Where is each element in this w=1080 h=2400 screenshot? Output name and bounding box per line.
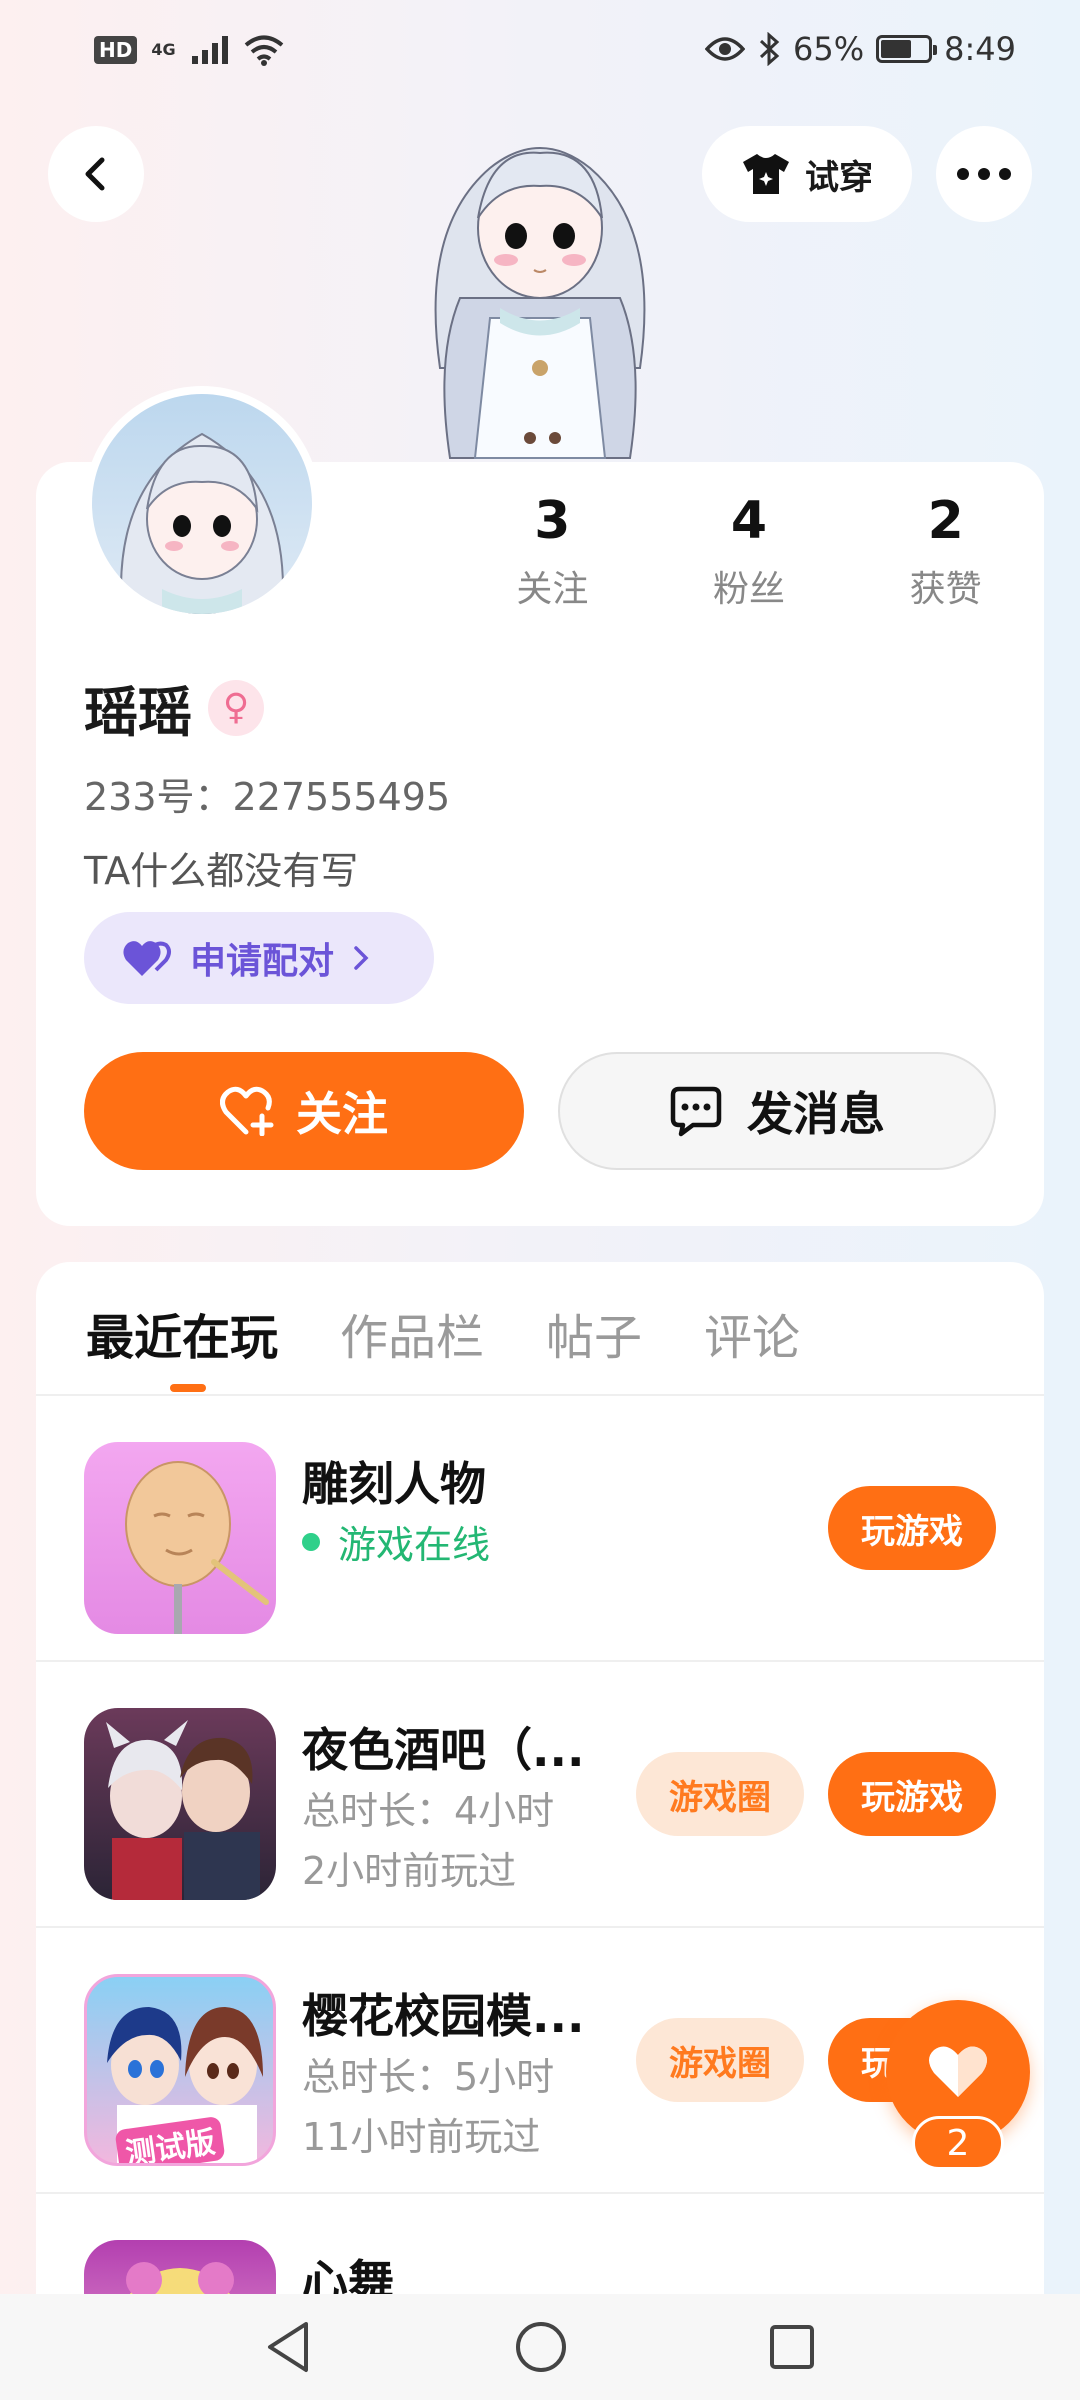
- game-row[interactable]: 雕刻人物 游戏在线 玩游戏: [36, 1396, 1044, 1662]
- heart-icon: [929, 2046, 987, 2097]
- battery-percent: 65%: [793, 30, 865, 68]
- send-message-button[interactable]: 发消息: [558, 1052, 996, 1170]
- user-id: 233号：227555495: [84, 775, 451, 819]
- heart-plus-icon: [220, 1086, 274, 1136]
- content-card: 最近在玩 作品栏 帖子 评论 雕刻人物 游戏在线 玩游戏 夜色酒吧（... 总时…: [36, 1262, 1044, 2400]
- tab-works[interactable]: 作品栏: [340, 1298, 484, 1368]
- follow-label: 关注: [296, 1087, 388, 1141]
- signal-icon: [191, 36, 228, 64]
- status-right: 65% 8:49: [705, 30, 1016, 68]
- game-icon-sculpt: [84, 1442, 276, 1634]
- game-icon-sakura-school: 测试版: [84, 1974, 276, 2166]
- follow-button[interactable]: 关注: [84, 1052, 524, 1170]
- avatar-image: [92, 394, 312, 614]
- active-tab-indicator: [170, 1384, 206, 1392]
- game-total-duration: 总时长：5小时: [302, 2055, 555, 2099]
- heart-pair-icon: [123, 941, 171, 976]
- online-dot-icon: [302, 1532, 320, 1551]
- profile-stats: 3 关注 4 粉丝 2 获赞: [454, 490, 1044, 612]
- game-row[interactable]: 夜色酒吧（... 总时长：4小时 2小时前玩过 游戏圈 玩游戏: [36, 1662, 1044, 1928]
- chevron-left-icon: [85, 157, 105, 191]
- game-last-played: 2小时前玩过: [302, 1849, 517, 1893]
- request-pair-button[interactable]: 申请配对: [84, 912, 434, 1004]
- game-online-status: 游戏在线: [302, 1514, 490, 1569]
- play-game-button[interactable]: 玩游戏: [828, 1752, 996, 1836]
- battery-fill: [881, 40, 912, 58]
- game-icon-night-bar: [84, 1708, 276, 1900]
- tab-comments[interactable]: 评论: [704, 1298, 800, 1368]
- system-nav-bar: [0, 2294, 1080, 2400]
- more-button[interactable]: [936, 126, 1032, 222]
- send-message-label: 发消息: [747, 1087, 885, 1141]
- stat-value: 4: [730, 491, 768, 551]
- tab-recently-played[interactable]: 最近在玩: [86, 1298, 278, 1368]
- username: 瑶瑶: [84, 681, 192, 744]
- game-name: 雕刻人物: [302, 1457, 486, 1511]
- user-bio: TA什么都没有写: [84, 849, 359, 893]
- more-dots-icon: [957, 168, 1011, 180]
- online-status-label: 游戏在线: [338, 1523, 491, 1567]
- try-on-label: 试穿: [805, 157, 873, 198]
- couple-illustration: [106, 1720, 260, 1900]
- chat-bubble-icon: [670, 1086, 722, 1137]
- sculpt-head-illustration: [125, 1461, 269, 1634]
- network-type: 4G: [151, 40, 176, 59]
- request-pair-label: 申请配对: [190, 941, 335, 982]
- stat-label: 粉丝: [713, 569, 786, 610]
- stat-following[interactable]: 3 关注: [454, 490, 651, 612]
- game-circle-button[interactable]: 游戏圈: [636, 1752, 804, 1836]
- game-total-duration: 总时长：4小时: [302, 1789, 555, 1833]
- try-on-button[interactable]: 试穿: [702, 126, 912, 222]
- avatar-face-illustration: [120, 432, 284, 614]
- avatar-character-illustration: [434, 147, 646, 459]
- female-icon: ♀: [208, 679, 264, 736]
- stat-value: 2: [927, 491, 964, 551]
- username-row: 瑶瑶 ♀: [84, 668, 264, 747]
- game-last-played: 11小时前玩过: [302, 2115, 541, 2159]
- tab-posts[interactable]: 帖子: [546, 1298, 642, 1368]
- hd-badge: HD: [94, 36, 138, 64]
- play-game-button[interactable]: 玩游戏: [828, 1486, 996, 1570]
- stat-label: 关注: [516, 569, 589, 610]
- nav-back-icon[interactable]: [264, 2320, 314, 2374]
- status-left: HD 4G: [94, 34, 284, 66]
- tab-bar: 最近在玩 作品栏 帖子 评论: [86, 1298, 800, 1368]
- tshirt-icon: [743, 154, 789, 194]
- stat-likes[interactable]: 2 获赞: [847, 490, 1044, 612]
- stat-fans[interactable]: 4 粉丝: [651, 490, 848, 612]
- game-circle-button[interactable]: 游戏圈: [636, 2018, 804, 2102]
- battery-icon: [876, 35, 938, 63]
- like-count-badge: 2: [912, 2116, 1004, 2170]
- bluetooth-icon: [759, 32, 780, 66]
- stat-label: 获赞: [909, 569, 982, 610]
- back-button[interactable]: [48, 126, 144, 222]
- eye-icon: [705, 37, 746, 61]
- nav-home-icon[interactable]: [514, 2320, 568, 2374]
- stat-value: 3: [534, 491, 571, 551]
- wifi-icon: [244, 35, 283, 66]
- avatar[interactable]: [84, 386, 320, 622]
- game-name: 樱花校园模...: [302, 1989, 585, 2043]
- chevron-right-icon: [354, 946, 369, 970]
- nav-recents-icon[interactable]: [768, 2323, 816, 2371]
- clock-time: 8:49: [944, 30, 1016, 68]
- game-name: 夜色酒吧（...: [302, 1723, 585, 1777]
- status-bar: HD 4G 65% 8:49: [0, 0, 1080, 110]
